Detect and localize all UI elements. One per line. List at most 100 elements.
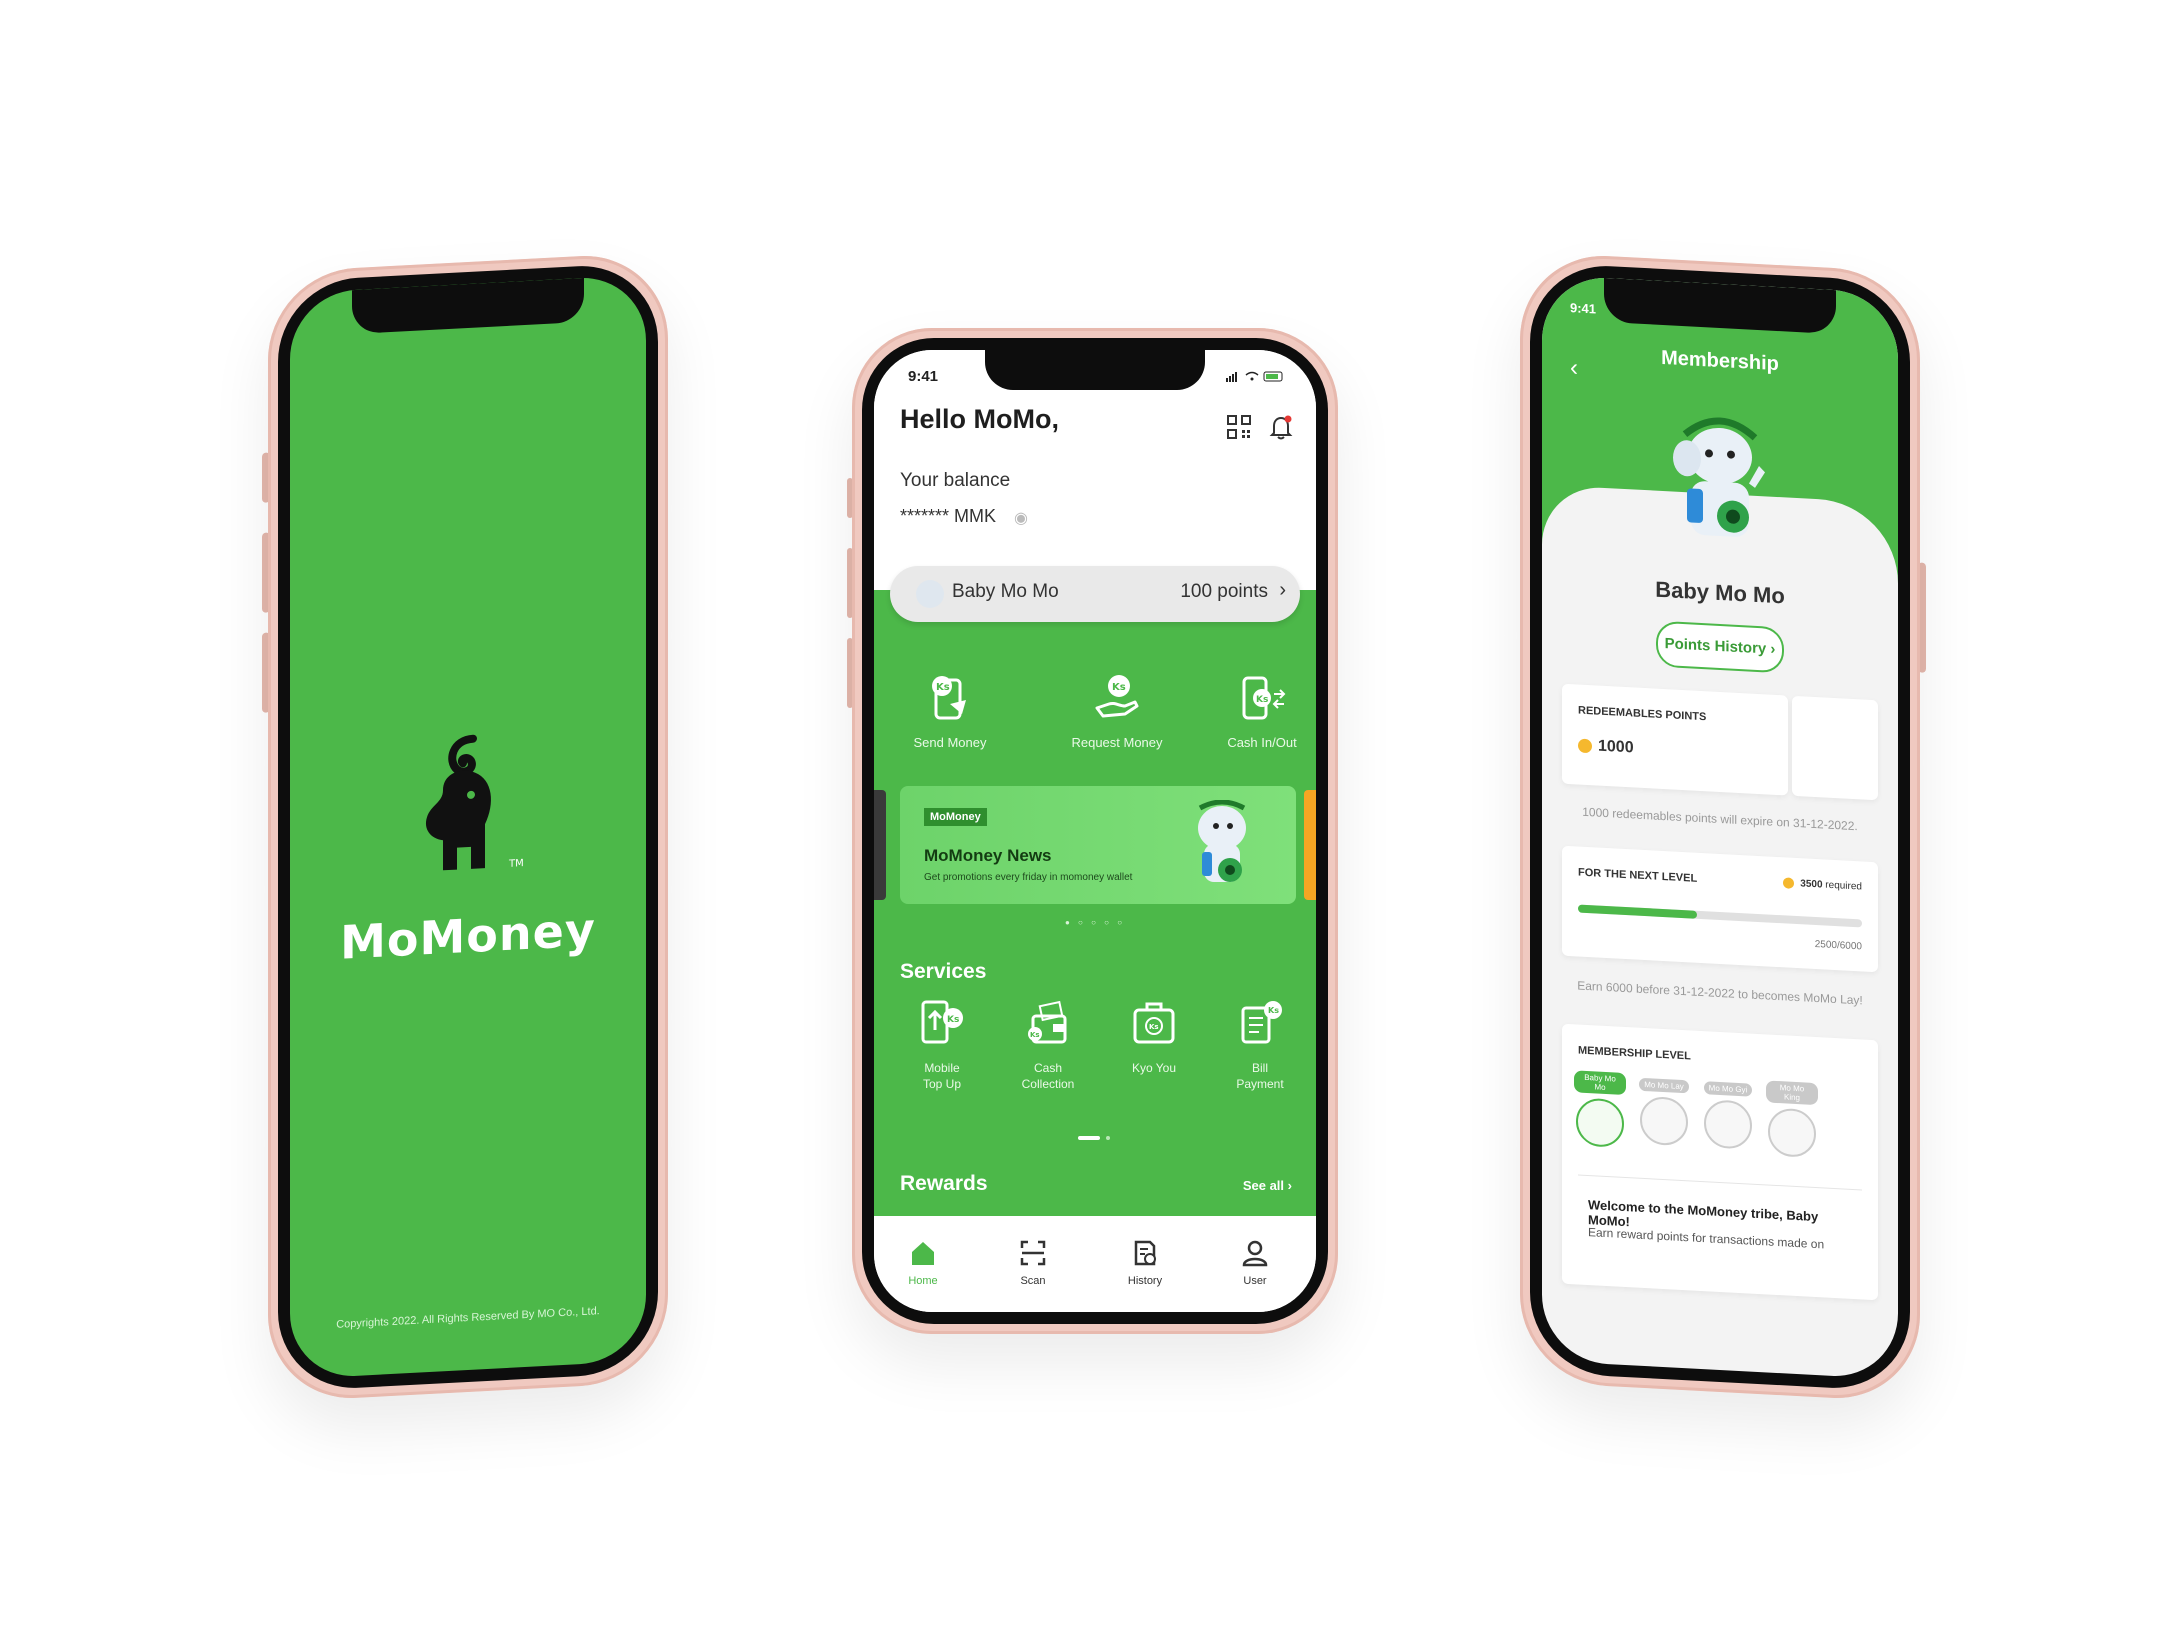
qr-code-icon[interactable] bbox=[1226, 414, 1252, 440]
news-subtitle: Get promotions every friday in momoney w… bbox=[924, 872, 1133, 883]
tab-label: Home bbox=[908, 1275, 938, 1287]
brand-name: MoMoney bbox=[340, 902, 596, 970]
tab-label: Scan bbox=[1020, 1275, 1046, 1287]
phone-home: 9:41 Hello MoMo, Your balance ******* MM… bbox=[847, 328, 1338, 1334]
level-mascot-icon bbox=[1704, 1099, 1752, 1150]
service-kyo-you[interactable]: Ks Kyo You bbox=[1104, 998, 1204, 1076]
signal-wifi-battery-icon bbox=[1226, 371, 1283, 382]
notch bbox=[985, 350, 1205, 390]
svg-text:Ks: Ks bbox=[1256, 695, 1268, 705]
next-level-label: FOR THE NEXT LEVEL bbox=[1578, 866, 1698, 885]
next-level-card: FOR THE NEXT LEVEL 3500 required 2500/60… bbox=[1562, 845, 1878, 973]
phone-membership: 9:41 ‹ Membership Baby Mo Mo Points Hist… bbox=[1520, 251, 1926, 1403]
status-time: 9:41 bbox=[908, 368, 939, 385]
tab-user[interactable]: User bbox=[1210, 1238, 1300, 1287]
points-history-label: Points History bbox=[1664, 635, 1767, 658]
action-label: Send Money bbox=[913, 735, 987, 750]
redeemable-value-row: 1000 bbox=[1578, 737, 1634, 758]
rewards-title: Rewards bbox=[900, 1172, 988, 1195]
notification-bell-icon[interactable] bbox=[1268, 414, 1294, 440]
membership-points: 100 points bbox=[1180, 581, 1268, 602]
send-money-button[interactable]: Ks Send Money bbox=[880, 670, 1020, 750]
cash-in-out-icon: Ks bbox=[1242, 676, 1286, 720]
service-mobile-top-up[interactable]: Ks Mobile Top Up bbox=[892, 998, 992, 1092]
chevron-right-icon: › bbox=[1287, 1178, 1292, 1193]
news-badge: MoMoney bbox=[924, 808, 987, 826]
level-badge-mo-mo-gyi[interactable]: Mo Mo Gyi bbox=[1702, 1077, 1754, 1150]
membership-pill[interactable]: Baby Mo Mo 100 points › bbox=[890, 566, 1300, 622]
phone-splash: TM MoMoney Copyrights 2022. All Rights R… bbox=[262, 251, 668, 1403]
status-time: 9:41 bbox=[1570, 300, 1597, 317]
send-money-icon: Ks bbox=[932, 676, 966, 720]
services-title: Services bbox=[900, 960, 987, 983]
level-mascot-icon bbox=[1640, 1095, 1688, 1147]
news-title: MoMoney News bbox=[924, 846, 1052, 865]
home-screen: 9:41 Hello MoMo, Your balance ******* MM… bbox=[874, 350, 1316, 1312]
level-badge-baby-mo-mo[interactable]: Baby Mo Mo bbox=[1574, 1070, 1626, 1148]
balance-label: Your balance bbox=[900, 470, 1011, 491]
cash-collection-icon: Ks bbox=[1028, 1000, 1067, 1044]
hide-balance-eye-icon[interactable]: ◉ bbox=[1014, 508, 1028, 528]
services-grid: Ks Mobile Top Up Ks Cash Collection Ks K… bbox=[874, 998, 1316, 1108]
service-label-line1: Cash bbox=[1033, 1061, 1062, 1075]
chevron-right-icon: › bbox=[1770, 640, 1776, 658]
level-tag: Mo Mo Lay bbox=[1639, 1077, 1689, 1094]
redeemable-points-card: REDEEMABLES POINTS 1000 bbox=[1562, 683, 1788, 796]
level-tag: Baby Mo Mo bbox=[1574, 1070, 1626, 1096]
status-icons bbox=[1226, 370, 1286, 385]
splash-screen: TM MoMoney Copyrights 2022. All Rights R… bbox=[290, 274, 646, 1380]
next-level-progress bbox=[1578, 904, 1862, 928]
chevron-right-icon: › bbox=[1279, 579, 1286, 601]
user-icon bbox=[1242, 1240, 1268, 1267]
see-all-link[interactable]: See all › bbox=[1243, 1178, 1292, 1193]
request-money-icon: Ks bbox=[1095, 675, 1139, 718]
level-tag: Mo Mo Gyi bbox=[1703, 1081, 1753, 1097]
service-bill-payment[interactable]: Ks Bill Payment bbox=[1210, 998, 1310, 1092]
quick-actions: Ks Send Money Ks Request Money Ks Cash I… bbox=[874, 670, 1316, 760]
scan-icon bbox=[1020, 1240, 1046, 1266]
redeemable-value: 1000 bbox=[1598, 737, 1634, 757]
service-label-line2: Payment bbox=[1236, 1077, 1284, 1091]
service-cash-collection[interactable]: Ks Cash Collection bbox=[998, 998, 1098, 1092]
membership-level-label: MEMBERSHIP LEVEL bbox=[1578, 1044, 1691, 1063]
level-mascot-icon bbox=[1576, 1097, 1624, 1148]
membership-name: Baby Mo Mo bbox=[952, 581, 1059, 602]
service-label-line1: Kyo You bbox=[1131, 1061, 1177, 1075]
mobile-top-up-icon: Ks bbox=[921, 1000, 963, 1044]
level-badge-mo-mo-lay[interactable]: Mo Mo Lay bbox=[1638, 1074, 1690, 1147]
service-label-line2: Collection bbox=[1021, 1077, 1075, 1091]
trademark-mark: TM bbox=[508, 858, 523, 870]
carousel-next-peek[interactable] bbox=[1304, 790, 1316, 900]
required-points: 3500 required bbox=[1783, 877, 1862, 893]
request-money-button[interactable]: Ks Request Money bbox=[1047, 670, 1187, 750]
points-history-button[interactable]: Points History › bbox=[1656, 620, 1784, 674]
tab-scan[interactable]: Scan bbox=[988, 1238, 1078, 1287]
coin-icon bbox=[1578, 738, 1592, 754]
home-icon bbox=[912, 1242, 934, 1265]
carousel-prev-peek[interactable] bbox=[874, 790, 886, 900]
svg-text:Ks: Ks bbox=[1112, 682, 1126, 693]
service-label-line1: Bill bbox=[1251, 1061, 1268, 1075]
progress-text: 2500/6000 bbox=[1814, 938, 1862, 953]
svg-text:Ks: Ks bbox=[1030, 1031, 1040, 1039]
level-badge-mo-mo-king[interactable]: Mo Mo King bbox=[1766, 1080, 1818, 1159]
carousel-dots: ● ○ ○ ○ ○ bbox=[1064, 918, 1126, 927]
svg-text:Ks: Ks bbox=[1268, 1006, 1279, 1015]
redeemable-label: REDEEMABLES POINTS bbox=[1578, 704, 1707, 724]
membership-avatar bbox=[916, 580, 944, 608]
progress-fill bbox=[1578, 904, 1698, 919]
tab-home[interactable]: Home bbox=[878, 1238, 968, 1287]
svg-text:Ks: Ks bbox=[947, 1015, 959, 1025]
level-mascot-icon bbox=[1768, 1107, 1816, 1159]
tab-history[interactable]: History bbox=[1100, 1238, 1190, 1287]
services-page-indicator bbox=[1078, 1136, 1110, 1140]
cash-in-out-button[interactable]: Ks Cash In/Out bbox=[1192, 670, 1316, 750]
bill-payment-icon: Ks bbox=[1241, 1001, 1282, 1044]
required-unit: required bbox=[1825, 879, 1862, 893]
news-banner[interactable]: MoMoney MoMoney News Get promotions ever… bbox=[900, 786, 1296, 904]
service-label-line1: Mobile bbox=[924, 1061, 960, 1075]
action-label: Cash In/Out bbox=[1227, 735, 1297, 750]
level-tag: Mo Mo King bbox=[1766, 1080, 1818, 1106]
tab-label: User bbox=[1243, 1275, 1267, 1287]
see-all-label: See all bbox=[1242, 1178, 1285, 1193]
